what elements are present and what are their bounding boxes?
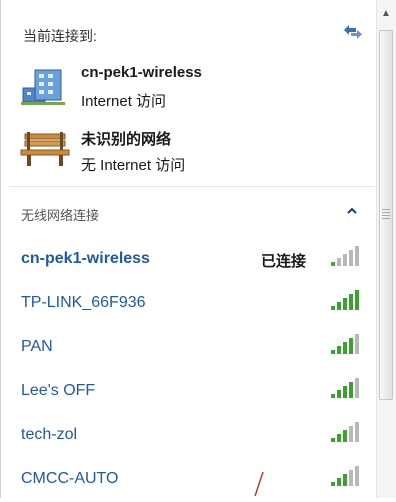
connection-name: cn-pek1-wireless — [81, 64, 202, 81]
network-flyout-panel: 当前连接到: cn-pek1-wireless Internet 访问 未识别的… — [0, 0, 396, 498]
section-divider — [9, 186, 375, 187]
wifi-network-name: cn-pek1-wireless — [21, 250, 150, 267]
connection-status: Internet 访问 — [81, 93, 167, 110]
wifi-network-item[interactable]: CMCC-AUTO — [9, 458, 375, 502]
wifi-network-item[interactable]: cn-pek1-wireless 已连接 — [9, 238, 375, 282]
wireless-section-title: 无线网络连接 — [21, 208, 100, 223]
wifi-signal-good-icon — [331, 334, 359, 354]
wifi-connected-status: 已连接 — [261, 253, 307, 270]
wifi-signal-medium-icon — [331, 422, 359, 442]
refresh-icon[interactable] — [341, 22, 365, 42]
wifi-network-item[interactable]: tech-zol — [9, 414, 375, 458]
wifi-network-name: tech-zol — [21, 426, 78, 443]
wifi-network-name: Lee's OFF — [21, 382, 96, 399]
wifi-network-name: PAN — [21, 338, 53, 355]
wifi-network-item[interactable]: TP-LINK_66F936 — [9, 282, 375, 326]
scrollbar-grip-icon — [382, 209, 390, 219]
wifi-network-item[interactable]: PAN — [9, 326, 375, 370]
wifi-signal-medium-icon — [331, 466, 359, 486]
park-bench-icon — [20, 132, 70, 166]
cursor-line-icon — [254, 471, 264, 497]
scroll-up-arrow-icon[interactable]: ▲ — [380, 8, 392, 20]
wifi-signal-strong-icon — [331, 290, 359, 310]
wifi-signal-weak-icon — [331, 246, 359, 266]
wifi-network-name: TP-LINK_66F936 — [21, 294, 146, 311]
network-building-icon — [21, 69, 65, 105]
wifi-network-name: CMCC-AUTO — [21, 470, 119, 487]
connection-name: 未识别的网络 — [81, 131, 172, 148]
wifi-signal-good-icon — [331, 378, 359, 398]
chevron-up-icon[interactable] — [346, 205, 358, 217]
connection-status: 无 Internet 访问 — [81, 157, 186, 174]
wifi-network-item[interactable]: Lee's OFF — [9, 370, 375, 414]
current-connection-title: 当前连接到: — [23, 28, 97, 44]
